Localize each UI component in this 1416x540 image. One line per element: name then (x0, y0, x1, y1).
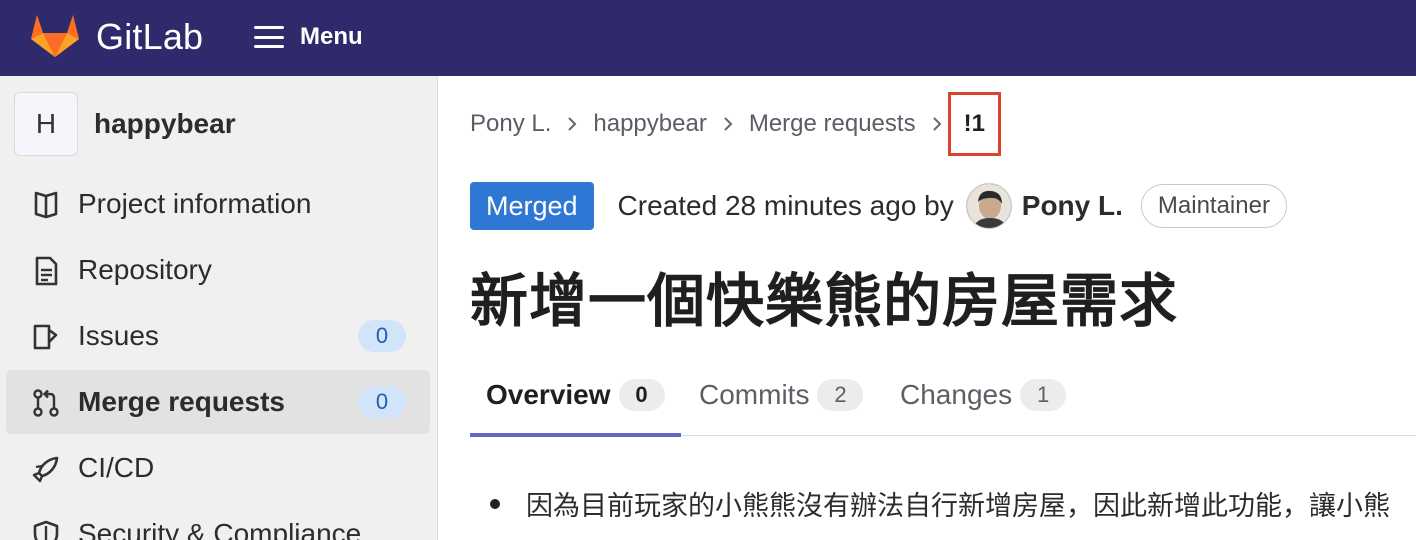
created-text: Created 28 minutes ago by (617, 190, 954, 221)
tab-commits[interactable]: Commits 2 (683, 354, 879, 436)
role-badge: Maintainer (1140, 184, 1287, 228)
issues-count-badge: 0 (358, 320, 406, 352)
sidebar-item-label: CI/CD (78, 452, 155, 483)
avatar[interactable] (965, 183, 1012, 229)
tab-label: Overview (486, 379, 611, 410)
merge-requests-count-badge: 0 (358, 386, 406, 418)
repository-icon (35, 256, 58, 286)
gitlab-logo-icon[interactable] (30, 12, 80, 58)
author-name-link[interactable]: Pony L. (1022, 190, 1123, 222)
breadcrumb-current-mr[interactable]: !1 (947, 92, 1001, 156)
mr-header: Merged Created 28 minutes ago by Pony L.… (470, 182, 1287, 230)
project-header[interactable]: H happybear (14, 92, 236, 156)
breadcrumb: Pony L. happybear Merge requests !1 (470, 92, 1001, 156)
sidebar-item-repository[interactable]: Repository (6, 238, 430, 302)
gitlab-brand-text[interactable]: GitLab (96, 16, 203, 58)
sidebar-item-security-compliance[interactable]: Security & Compliance (6, 502, 430, 540)
mr-tabs: Overview 0 Commits 2 Changes 1 (470, 354, 1416, 437)
tab-label: Changes (900, 379, 1013, 410)
top-navigation-bar: GitLab Menu (0, 0, 1416, 76)
tab-count-badge: 2 (817, 379, 864, 411)
sidebar-item-issues[interactable]: Issues 0 (6, 304, 430, 368)
description-text: 因為目前玩家的小熊熊沒有辦法自行新增房屋，因此新增此功能，讓小熊 (526, 491, 1390, 521)
sidebar-item-label: Project information (78, 188, 312, 219)
breadcrumb-item-user[interactable]: Pony L. (470, 110, 551, 138)
project-name: happybear (94, 108, 236, 139)
sidebar-item-label: Merge requests (78, 386, 285, 417)
page-title: 新增一個快樂熊的房屋需求 (470, 269, 1179, 334)
issues-icon (33, 324, 58, 350)
project-sidebar: H happybear Project information Reposito… (0, 76, 438, 540)
sidebar-item-label: Repository (78, 254, 212, 285)
sidebar-item-project-information[interactable]: Project information (6, 172, 430, 236)
tab-overview[interactable]: Overview 0 (470, 354, 681, 437)
rocket-icon (32, 456, 59, 483)
status-badge: Merged (470, 182, 594, 230)
merge-request-icon (33, 389, 59, 417)
menu-button[interactable]: Menu (254, 20, 363, 54)
tab-changes[interactable]: Changes 1 (884, 354, 1082, 436)
tab-count-badge: 0 (618, 379, 665, 411)
sidebar-item-ci-cd[interactable]: CI/CD (6, 436, 430, 500)
breadcrumb-item-merge-requests[interactable]: Merge requests (749, 110, 916, 138)
project-information-icon (34, 191, 58, 219)
description-list-item: 因為目前玩家的小熊熊沒有辦法自行新增房屋，因此新增此功能，讓小熊 (490, 484, 1416, 523)
tab-label: Commits (699, 379, 810, 410)
menu-label: Menu (300, 23, 363, 50)
chevron-right-icon (932, 117, 941, 131)
chevron-right-icon (724, 117, 733, 131)
breadcrumb-item-project[interactable]: happybear (593, 110, 706, 138)
shield-icon (33, 520, 59, 540)
project-avatar: H (14, 92, 78, 156)
sidebar-item-merge-requests[interactable]: Merge requests 0 (6, 370, 430, 434)
highlight-box (947, 92, 1001, 156)
sidebar-item-label: Issues (78, 320, 159, 351)
hamburger-icon (254, 26, 284, 48)
chevron-right-icon (568, 117, 577, 131)
bullet-icon (490, 498, 500, 509)
sidebar-item-label: Security & Compliance (78, 518, 362, 540)
tab-count-badge: 1 (1020, 379, 1067, 411)
user-avatar-image (966, 184, 1011, 228)
